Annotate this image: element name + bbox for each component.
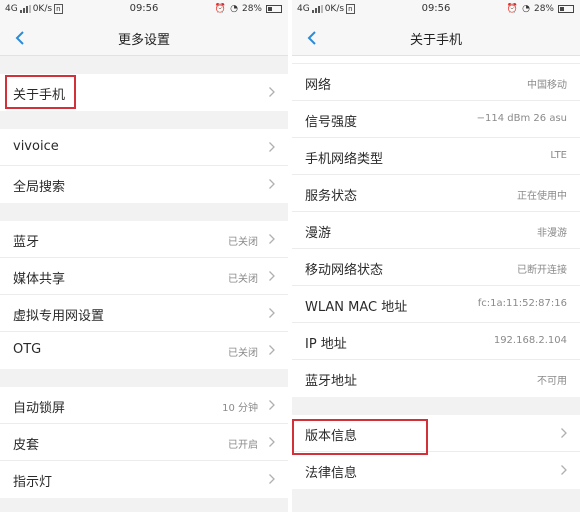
list-item[interactable]: IP 地址 192.168.2.104 — [292, 323, 580, 360]
list-item-value: 已断开连接 — [517, 265, 567, 276]
list-item-label: 手机网络类型 — [305, 152, 384, 167]
section-gap — [0, 369, 288, 387]
more-settings-screen: 4G 0K/s n 09:56 ⏰ ◔ 28% 更多设置 关于手机 vivoice… — [0, 0, 288, 512]
list-item[interactable]: OTG 已关闭 — [0, 332, 288, 369]
list-item-label: WLAN MAC 地址 — [305, 300, 408, 315]
list-item[interactable]: 手机网络类型 LTE — [292, 138, 580, 175]
list-item-value: LTE — [550, 150, 567, 161]
chevron-right-icon — [269, 271, 275, 281]
list-item-label: 指示灯 — [13, 475, 53, 490]
list-item[interactable]: 全局搜索 — [0, 166, 288, 203]
list-item[interactable]: 媒体共享 已关闭 — [0, 258, 288, 295]
chevron-right-icon — [269, 179, 275, 189]
list-item[interactable]: 移动网络状态 已断开连接 — [292, 249, 580, 286]
chevron-right-icon — [269, 437, 275, 447]
list-item-value: 192.168.2.104 — [493, 335, 567, 346]
chevron-right-icon — [269, 400, 275, 410]
list-item-value: 中国移动 — [527, 80, 567, 91]
list-item[interactable]: vivoice — [0, 129, 288, 166]
section-gap — [292, 397, 580, 415]
list-item-label: 法律信息 — [305, 466, 358, 481]
list-item-label: 蓝牙地址 — [305, 374, 358, 389]
nav-bar: 更多设置 — [0, 20, 288, 56]
chevron-right-icon — [269, 87, 275, 97]
list-item[interactable]: 漫游 非漫游 — [292, 212, 580, 249]
list-item-label: OTG — [13, 342, 42, 357]
list-item-label: 虚拟专用网设置 — [13, 309, 105, 324]
list-item-label: 服务状态 — [305, 189, 358, 204]
page-title: 关于手机 — [409, 33, 462, 48]
highlight-box-about-phone — [5, 75, 76, 109]
list-item-label: 漫游 — [305, 226, 332, 241]
list-item-label: 信号强度 — [305, 115, 358, 130]
list-item[interactable]: 虚拟专用网设置 — [0, 295, 288, 332]
chevron-right-icon — [269, 474, 275, 484]
page-title: 更多设置 — [117, 33, 170, 48]
battery-percent: 28% — [241, 4, 262, 14]
settings-group: 自动锁屏 10 分钟皮套 已开启指示灯 — [0, 387, 288, 498]
list-item-value: 非漫游 — [537, 228, 567, 239]
chevron-right-icon — [561, 428, 567, 438]
chevron-right-icon — [269, 345, 275, 355]
list-item-label: 全局搜索 — [13, 180, 66, 195]
chevron-right-icon — [561, 465, 567, 475]
list-item[interactable]: 网络 中国移动 — [292, 64, 580, 101]
list-item-label: 移动网络状态 — [305, 263, 384, 278]
status-bar: 4G 0K/s n 09:56 ⏰ ◔ 28% — [0, 0, 288, 20]
list-item-value: 正在使用中 — [517, 191, 567, 202]
about-phone-screen: 4G 0K/s n 09:56 ⏰ ◔ 28% 关于手机 网络 中国移动信号强度 −… — [292, 0, 580, 512]
list-item-value: 已关闭 — [228, 348, 258, 359]
section-gap — [0, 111, 288, 129]
chevron-right-icon — [269, 234, 275, 244]
list-item-label: 皮套 — [13, 438, 40, 453]
highlight-box-version-info — [292, 419, 428, 455]
list-item[interactable]: WLAN MAC 地址 fc:1a:11:52:87:16 — [292, 286, 580, 323]
list-item-value: 已关闭 — [228, 237, 258, 248]
battery-percent: 28% — [533, 4, 554, 14]
status-bar: 4G 0K/s n 09:56 ⏰ ◔ 28% — [292, 0, 580, 20]
settings-group: 网络 中国移动信号强度 −114 dBm 26 asu 手机网络类型 LTE 服务状态 正在… — [292, 64, 580, 397]
list-item[interactable]: 蓝牙地址 不可用 — [292, 360, 580, 397]
alarm-icon: ⏰ — [214, 4, 227, 14]
list-item-label: 蓝牙 — [13, 235, 40, 250]
list-item-value: 不可用 — [537, 376, 567, 387]
settings-group: 蓝牙 已关闭 媒体共享 已关闭 虚拟专用网设置 OTG 已关闭 — [0, 221, 288, 369]
list-item[interactable]: 法律信息 — [292, 452, 580, 489]
battery-icon — [266, 5, 282, 13]
list-item-value: 10 分钟 — [222, 403, 258, 414]
list-item[interactable]: 信号强度 −114 dBm 26 asu — [292, 101, 580, 138]
chevron-right-icon — [269, 308, 275, 318]
clipped-row — [292, 56, 580, 64]
settings-list: 关于手机 vivoice 全局搜索 蓝牙 已关闭 媒体共享 已关闭 虚拟专用网设置 OTG 已关闭… — [0, 56, 288, 498]
section-gap — [0, 203, 288, 221]
list-item-label: IP 地址 — [305, 337, 347, 352]
list-item-label: 自动锁屏 — [13, 401, 66, 416]
list-item[interactable]: 指示灯 — [0, 461, 288, 498]
battery-icon — [558, 5, 574, 13]
nav-bar: 关于手机 — [292, 20, 580, 56]
list-item-value: 已关闭 — [228, 274, 258, 285]
alarm-icon: ⏰ — [506, 4, 519, 14]
settings-group: vivoice 全局搜索 — [0, 129, 288, 203]
chevron-right-icon — [269, 142, 275, 152]
list-item[interactable]: 皮套 已开启 — [0, 424, 288, 461]
list-item-value: 已开启 — [228, 440, 258, 451]
list-item-value: −114 dBm 26 asu — [476, 113, 567, 124]
section-gap — [0, 56, 288, 74]
wifi-icon: ◔ — [522, 4, 530, 14]
list-item-label: vivoice — [13, 139, 59, 154]
list-item-value: fc:1a:11:52:87:16 — [477, 298, 567, 309]
wifi-icon: ◔ — [230, 4, 238, 14]
list-item-label: 媒体共享 — [13, 272, 66, 287]
list-item[interactable]: 蓝牙 已关闭 — [0, 221, 288, 258]
list-item-label: 网络 — [305, 78, 332, 93]
list-item[interactable]: 服务状态 正在使用中 — [292, 175, 580, 212]
list-item[interactable]: 自动锁屏 10 分钟 — [0, 387, 288, 424]
